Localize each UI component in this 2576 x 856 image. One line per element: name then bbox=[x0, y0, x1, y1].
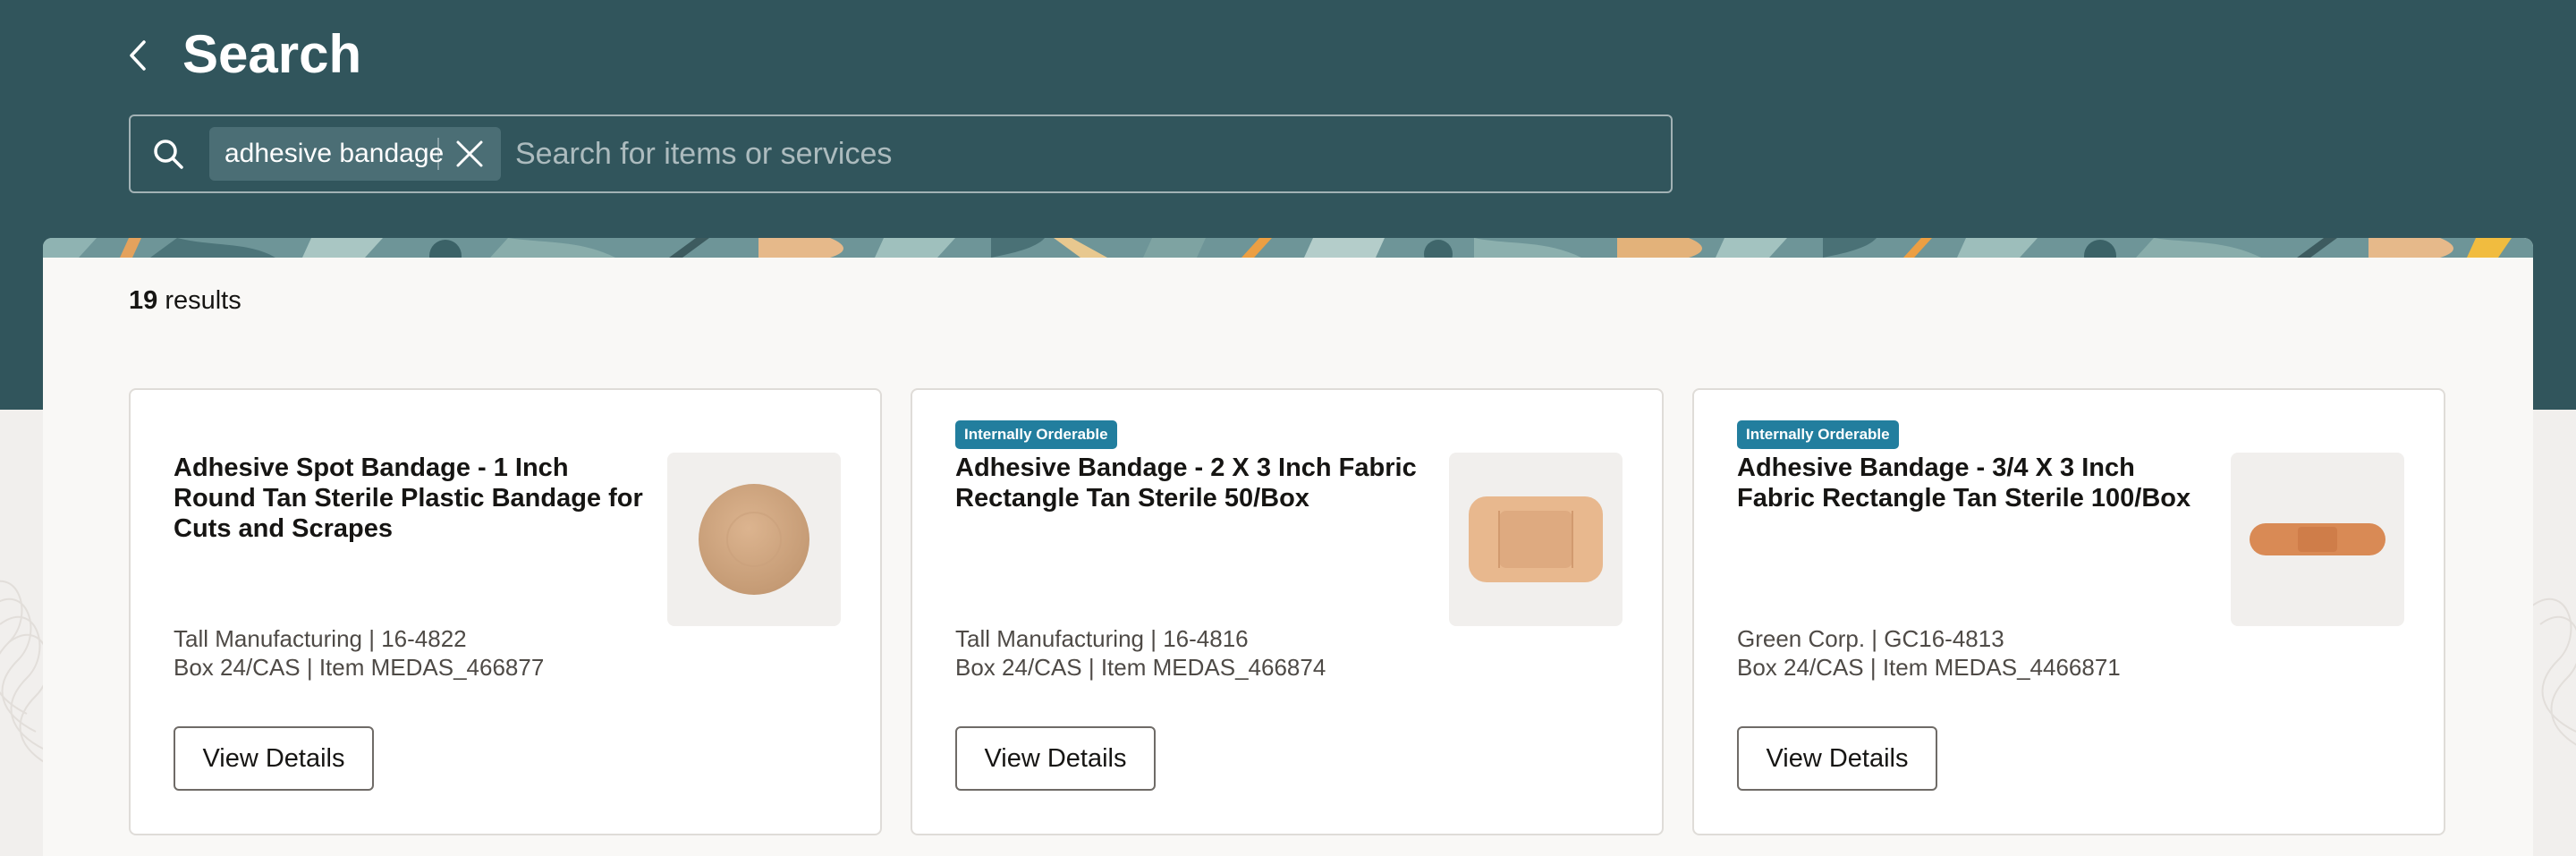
search-filter-chip: adhesive bandage bbox=[209, 127, 501, 181]
search-chip-label: adhesive bandage bbox=[225, 139, 445, 168]
product-item-info: Box 24/CAS | Item MEDAS_4466871 bbox=[1737, 654, 2121, 681]
search-input[interactable] bbox=[515, 129, 1642, 179]
product-title[interactable]: Adhesive Bandage - 3/4 X 3 Inch Fabric R… bbox=[1737, 453, 2211, 513]
status-badge: Internally Orderable bbox=[1737, 420, 1899, 449]
product-thumbnail[interactable] bbox=[1449, 453, 1623, 626]
search-bar[interactable]: adhesive bandage bbox=[129, 114, 1673, 193]
product-card: Internally Orderable Adhesive Bandage - … bbox=[1692, 388, 2445, 835]
product-supplier: Tall Manufacturing | 16-4822 bbox=[174, 625, 467, 652]
results-panel: 19 results Adhesive Spot Bandage - 1 Inc… bbox=[43, 238, 2533, 856]
results-count-label: results bbox=[165, 286, 242, 315]
status-badge: Internally Orderable bbox=[955, 420, 1117, 449]
round-bandage-image bbox=[699, 484, 809, 595]
page-title: Search bbox=[182, 24, 362, 84]
product-thumbnail[interactable] bbox=[2231, 453, 2404, 626]
product-meta: Green Corp. | GC16-4813 Box 24/CAS | Ite… bbox=[1737, 624, 2121, 682]
product-supplier: Tall Manufacturing | 16-4816 bbox=[955, 625, 1249, 652]
rectangle-bandage-image bbox=[1469, 496, 1603, 582]
view-details-button[interactable]: View Details bbox=[955, 726, 1156, 791]
product-supplier: Green Corp. | GC16-4813 bbox=[1737, 625, 2004, 652]
product-meta: Tall Manufacturing | 16-4822 Box 24/CAS … bbox=[174, 624, 544, 682]
product-item-info: Box 24/CAS | Item MEDAS_466874 bbox=[955, 654, 1326, 681]
product-card: Internally Orderable Adhesive Bandage - … bbox=[911, 388, 1664, 835]
product-title[interactable]: Adhesive Bandage - 2 X 3 Inch Fabric Rec… bbox=[955, 453, 1429, 513]
results-count-number: 19 bbox=[129, 286, 158, 315]
chevron-left-icon bbox=[130, 40, 146, 71]
product-thumbnail[interactable] bbox=[667, 453, 841, 626]
close-icon bbox=[456, 140, 483, 167]
product-title[interactable]: Adhesive Spot Bandage - 1 Inch Round Tan… bbox=[174, 453, 648, 544]
decorative-banner-strip bbox=[43, 238, 2533, 258]
clear-chip-button[interactable] bbox=[439, 127, 501, 181]
view-details-button[interactable]: View Details bbox=[1737, 726, 1937, 791]
view-details-button[interactable]: View Details bbox=[174, 726, 374, 791]
product-meta: Tall Manufacturing | 16-4816 Box 24/CAS … bbox=[955, 624, 1326, 682]
back-button[interactable] bbox=[122, 34, 154, 77]
product-card: Adhesive Spot Bandage - 1 Inch Round Tan… bbox=[129, 388, 882, 835]
search-icon bbox=[154, 140, 183, 169]
strip-bandage-image bbox=[2250, 523, 2385, 555]
product-item-info: Box 24/CAS | Item MEDAS_466877 bbox=[174, 654, 545, 681]
results-count: 19 results bbox=[129, 286, 242, 316]
